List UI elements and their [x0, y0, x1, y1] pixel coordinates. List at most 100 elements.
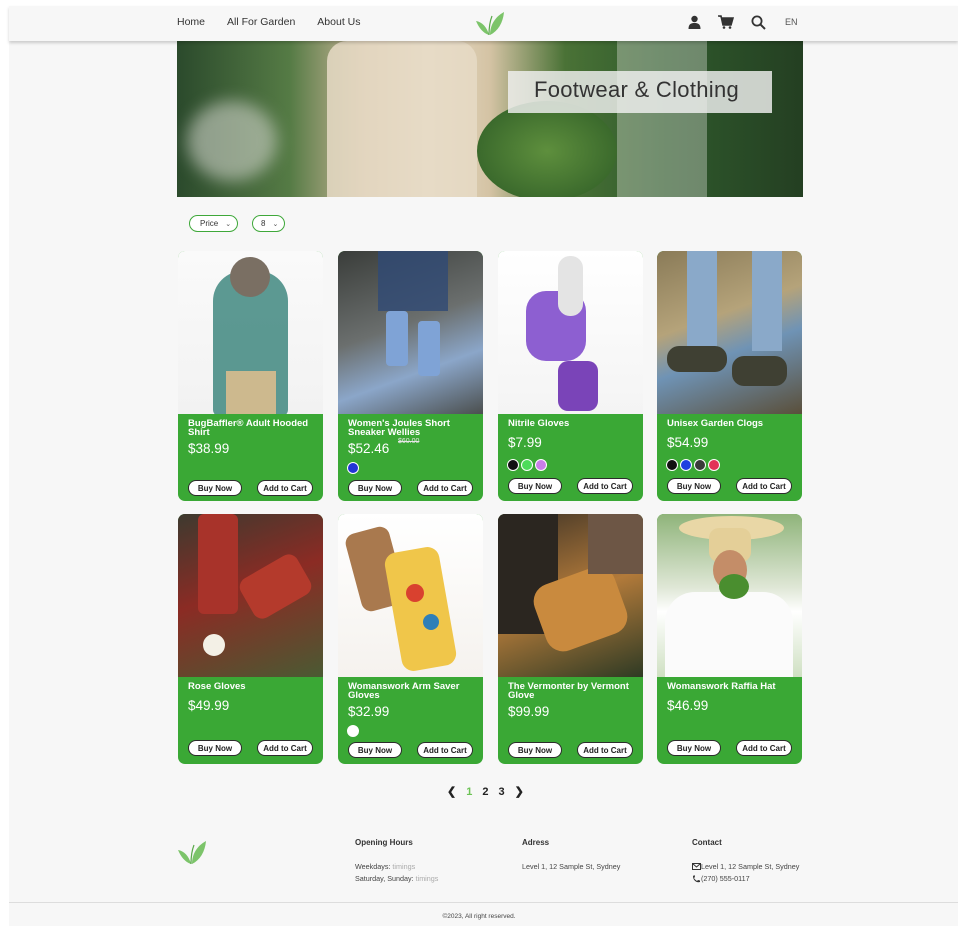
- nav-home[interactable]: Home: [177, 16, 205, 28]
- page-2[interactable]: 2: [482, 786, 488, 798]
- address-title: Adress: [522, 838, 550, 847]
- footer-opening-hours: Opening Hours Weekdays: timings Saturday…: [355, 838, 438, 883]
- product-card[interactable]: The Vermonter by Vermont Glove $99.99 Buy …: [498, 514, 643, 764]
- weekdays-value: timings: [390, 862, 416, 871]
- product-name[interactable]: Unisex Garden Clogs: [667, 419, 792, 429]
- color-swatch[interactable]: [708, 459, 720, 471]
- buy-now-button[interactable]: Buy Now: [667, 740, 721, 756]
- add-to-cart-button[interactable]: Add to Cart: [736, 740, 792, 756]
- product-card[interactable]: Women's Joules Short Sneaker Wellies $52.…: [338, 251, 483, 501]
- hero-image-shape: [617, 41, 707, 197]
- cart-icon[interactable]: [717, 13, 735, 31]
- nav-all-for-garden[interactable]: All For Garden: [227, 16, 295, 28]
- color-swatch[interactable]: [507, 459, 519, 471]
- chevron-down-icon: ⌄: [225, 220, 232, 228]
- weekdays-label: Weekdays:: [355, 862, 391, 871]
- copyright-text: ©2023, All right reserved.: [442, 913, 516, 920]
- per-page-select[interactable]: 8 ⌄: [252, 215, 286, 232]
- product-name[interactable]: Nitrile Gloves: [508, 419, 633, 429]
- buy-now-button[interactable]: Buy Now: [508, 742, 562, 758]
- language-selector[interactable]: EN: [785, 17, 798, 27]
- buy-now-button[interactable]: Buy Now: [188, 740, 242, 756]
- product-image[interactable]: [178, 251, 323, 414]
- buy-now-button[interactable]: Buy Now: [348, 742, 402, 758]
- hero-image-shape: [477, 101, 617, 197]
- contact-title: Contact: [692, 838, 722, 847]
- mail-icon: [692, 863, 701, 870]
- product-name[interactable]: Womanswork Arm Saver Gloves: [348, 682, 473, 701]
- product-name[interactable]: The Vermonter by Vermont Glove: [508, 682, 633, 701]
- color-swatch[interactable]: [680, 459, 692, 471]
- product-card[interactable]: Rose Gloves $49.99 Buy Now Add to Cart: [178, 514, 323, 764]
- color-swatch[interactable]: [347, 725, 359, 737]
- product-price: $49.99: [188, 698, 230, 713]
- product-price: $7.99: [508, 435, 542, 450]
- add-to-cart-button[interactable]: Add to Cart: [577, 478, 633, 494]
- hero-title: Footwear & Clothing: [508, 71, 772, 113]
- add-to-cart-button[interactable]: Add to Cart: [577, 742, 633, 758]
- product-card[interactable]: Nitrile Gloves $7.99 Buy Now Add to Cart: [498, 251, 643, 501]
- color-swatch[interactable]: [347, 462, 359, 474]
- add-to-cart-button[interactable]: Add to Cart: [417, 742, 473, 758]
- product-image[interactable]: [178, 514, 323, 677]
- product-image[interactable]: [338, 514, 483, 677]
- per-page-select-value: 8: [261, 219, 266, 228]
- product-name[interactable]: Women's Joules Short Sneaker Wellies: [348, 419, 473, 438]
- add-to-cart-button[interactable]: Add to Cart: [417, 480, 473, 496]
- product-image[interactable]: [498, 514, 643, 677]
- product-image[interactable]: [498, 251, 643, 414]
- product-card[interactable]: Womanswork Raffia Hat $46.99 Buy Now Add to…: [657, 514, 802, 764]
- product-price: $46.99: [667, 698, 709, 713]
- add-to-cart-button[interactable]: Add to Cart: [257, 480, 313, 496]
- color-swatch[interactable]: [694, 459, 706, 471]
- leaf-logo-icon[interactable]: [473, 9, 507, 37]
- product-card[interactable]: Womanswork Arm Saver Gloves $32.99 Buy Now…: [338, 514, 483, 764]
- add-to-cart-button[interactable]: Add to Cart: [257, 740, 313, 756]
- footer-address: Adress Level 1, 12 Sample St, Sydney: [522, 838, 620, 871]
- chevron-down-icon: ⌄: [272, 220, 279, 228]
- hero-image-shape: [187, 101, 277, 181]
- buy-now-button[interactable]: Buy Now: [508, 478, 562, 494]
- product-price: $52.46: [348, 441, 390, 456]
- add-to-cart-button[interactable]: Add to Cart: [736, 478, 792, 494]
- footer-divider: [9, 902, 958, 903]
- product-price: $54.99: [667, 435, 709, 450]
- product-image[interactable]: [338, 251, 483, 414]
- contact-address-row: Level 1, 12 Sample St, Sydney: [692, 862, 799, 871]
- color-swatches: [507, 459, 547, 471]
- color-swatches: [347, 462, 359, 474]
- page-1[interactable]: 1: [466, 786, 472, 798]
- buy-now-button[interactable]: Buy Now: [667, 478, 721, 494]
- buy-now-button[interactable]: Buy Now: [188, 480, 242, 496]
- weekend-value: timings: [413, 874, 439, 883]
- contact-phone[interactable]: (270) 555-0117: [701, 874, 750, 883]
- hero-image-shape: [327, 41, 477, 197]
- header-actions: EN: [685, 13, 798, 31]
- color-swatch[interactable]: [535, 459, 547, 471]
- product-price: $32.99: [348, 704, 390, 719]
- search-icon[interactable]: [749, 13, 767, 31]
- sort-select[interactable]: Price ⌄: [189, 215, 239, 232]
- product-card[interactable]: Unisex Garden Clogs $54.99 Buy Now Add to C…: [657, 251, 802, 501]
- product-name[interactable]: BugBaffler® Adult Hooded Shirt: [188, 419, 313, 438]
- page-3[interactable]: 3: [498, 786, 504, 798]
- phone-icon: [693, 874, 700, 882]
- footer-leaf-logo-icon[interactable]: [175, 838, 209, 866]
- product-name[interactable]: Womanswork Raffia Hat: [667, 682, 792, 692]
- product-old-price: $60.00: [398, 438, 420, 445]
- footer-contact: Contact Level 1, 12 Sample St, Sydney (2…: [692, 838, 799, 883]
- product-card[interactable]: BugBaffler® Adult Hooded Shirt $38.99 Buy …: [178, 251, 323, 501]
- address-text: Level 1, 12 Sample St, Sydney: [522, 862, 621, 871]
- product-price: $38.99: [188, 441, 230, 456]
- color-swatch[interactable]: [521, 459, 533, 471]
- next-page-icon[interactable]: ❯: [515, 785, 524, 798]
- product-image[interactable]: [657, 514, 802, 677]
- weekend-row: Saturday, Sunday: timings: [355, 874, 438, 883]
- product-name[interactable]: Rose Gloves: [188, 682, 313, 692]
- user-icon[interactable]: [685, 13, 703, 31]
- product-image[interactable]: [657, 251, 802, 414]
- buy-now-button[interactable]: Buy Now: [348, 480, 402, 496]
- nav-about-us[interactable]: About Us: [317, 16, 360, 28]
- prev-page-icon[interactable]: ❮: [447, 785, 456, 798]
- color-swatch[interactable]: [666, 459, 678, 471]
